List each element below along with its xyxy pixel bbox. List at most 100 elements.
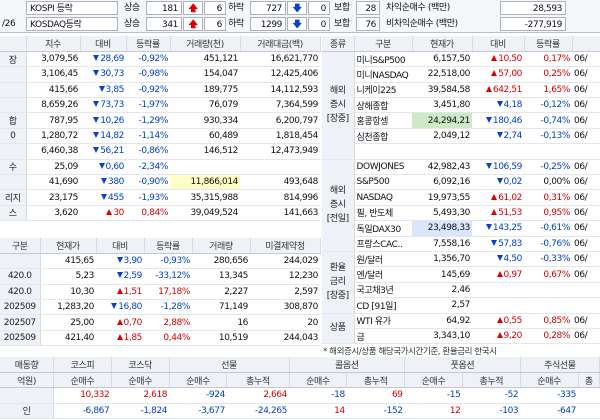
derivatives-volume: 10,519	[192, 330, 250, 347]
index-volume: 451,121	[170, 51, 240, 68]
overseas-price	[412, 143, 472, 160]
kospi-fall-count: 727	[250, 1, 286, 15]
overseas-rate	[524, 143, 572, 160]
derivatives-row[interactable]: 420.0 5,23 2,59 -33,12% 13,345 12,230	[0, 268, 320, 285]
investor-row[interactable]: 인 -6,867 -1,824 -3,677 -24,265 14 -152 12 -103 -6…	[0, 403, 600, 420]
investor-value: 12	[404, 403, 463, 420]
derivatives-table-body: 415,65 3,90 -0,93% 280,656 244,029 420.0 5,23 2…	[0, 253, 320, 347]
index-amount: 493,648	[240, 174, 320, 191]
index-row[interactable]: 415,66 3,85 -0,92% 189,775 14,112,593	[0, 82, 320, 99]
overseas-row[interactable]	[322, 143, 600, 160]
derivatives-row[interactable]: 202509 421,40 1,85 0,44% 10,519 244,043	[0, 330, 320, 347]
overseas-row[interactable]: 상품 WTI 유가 64,92 0,55 0,85% 06/	[322, 313, 600, 345]
overseas-rate: 0,85%	[524, 313, 572, 329]
index-change: 56,21	[80, 143, 126, 160]
overseas-name: 상해종합	[354, 97, 412, 114]
overseas-date	[572, 297, 600, 314]
overseas-row[interactable]: 금 3,343,10 9,20 0,28% 06/	[322, 328, 600, 345]
index-change-value: 56,21	[100, 146, 124, 157]
index-row[interactable]: 0 1,280,72 14,82 -1,14% 60,489 1,818,454	[0, 128, 320, 145]
index-row[interactable]: 합 787,95 10,26 -1,29% 930,334 6,200,797	[0, 112, 320, 129]
derivatives-name	[0, 253, 41, 270]
overseas-row[interactable]: 해외 증시 [전일] DOWJONES 42,982,43 106,59 -0,25% 0…	[322, 159, 600, 252]
overseas-row[interactable]: 심천종합 2,049,12 2,74 -0,13% 06/	[322, 128, 600, 145]
overseas-row[interactable]: 환율 금리 [장중] 원/달러 1,356,70 4,50 -0,33% 06/	[322, 251, 600, 314]
index-change-value: 455	[108, 192, 124, 203]
overseas-name: 금	[354, 328, 412, 345]
overseas-row[interactable]: 독일DAX30 23,498,33 143,25 -0,61% 06/	[322, 220, 600, 237]
index-change: 380	[80, 174, 126, 191]
index-row[interactable]: 3,106,45 30,73 -0,98% 154,047 12,425,406	[0, 66, 320, 83]
fall-label: 하락	[228, 19, 244, 29]
overseas-row[interactable]: 엔/달러 145,69 0,97 0,67% 06/	[322, 266, 600, 283]
index-value: 23,175	[26, 189, 80, 206]
flat-label: 보합	[334, 3, 350, 13]
index-row[interactable]: 장 3,079,56 28,69 -0,92% 451,121 16,621,770	[0, 51, 320, 68]
derivatives-row[interactable]: 202509 1,283,20 16,80 -1,28% 71,149 308,870	[0, 299, 320, 316]
derivatives-price: 5,23	[40, 268, 96, 285]
investor-table-body: 10,332 2,618 -924 2,664 -18 69 -15 -52 -335 인 -6,8…	[0, 387, 600, 420]
derivatives-row[interactable]: 415,65 3,90 -0,93% 280,656 244,029	[0, 253, 320, 270]
derivatives-row[interactable]: 420.0 10,30 1,51 17,18% 2,227 2,597	[0, 284, 320, 301]
derivatives-price: 421,40	[40, 330, 96, 347]
overseas-change-value: 642,51	[492, 84, 522, 95]
overseas-row[interactable]: 미니NASDAQ 22,518,00 57,00 0,25% 06/	[322, 66, 600, 83]
up-triangle-icon	[485, 85, 492, 92]
index-row[interactable]: 수 25,09 0,60 -2,34%	[0, 159, 320, 176]
index-row[interactable]: 41,690 380 -0,90% 11,866,014 493,648	[0, 174, 320, 191]
overseas-row[interactable]: NASDAQ 19,973,55 61,02 0,31% 06/	[322, 189, 600, 206]
overseas-name: DOWJONES	[354, 159, 412, 176]
investor-label: 인	[0, 403, 55, 420]
index-row[interactable]: 리지 23,175 455 -1,93% 35,315,988 814,996	[0, 189, 320, 206]
overseas-row[interactable]: 상해종합 3,451,80 4,18 -0,12% 06/	[322, 97, 600, 114]
overseas-change-value: 4,18	[503, 100, 523, 111]
investor-flow-table: 매동향 코스피 코스닥 선물 콜옵션 풋옵션 주식선물 억원) 순매수 순매수 순매수 총누적 순매수…	[0, 357, 600, 420]
overseas-row[interactable]: 니케이225 39,584,58 642,51 1,65% 06/	[322, 82, 600, 99]
index-value: 787,95	[26, 112, 80, 129]
overseas-row[interactable]: 해외 증시 [장중] 미니S&P500 6,157,50 10,50 0,17% 06/	[322, 51, 600, 160]
up-triangle-icon	[496, 316, 503, 323]
index-rate: -0,86%	[126, 143, 170, 160]
index-row[interactable]: 8,659,26 73,73 -1,97% 76,079 7,364,599	[0, 97, 320, 114]
overseas-date: 06/	[572, 51, 600, 68]
index-volume: 11,866,014	[170, 174, 240, 191]
overseas-row[interactable]: 필, 반도체 5,493,30 51,53 0,95% 06/	[322, 205, 600, 222]
overseas-price: 64,92	[412, 313, 472, 329]
index-row[interactable]: 스 3,620 30 0,84% 39,049,524 141,663	[0, 205, 320, 222]
overseas-price: 3,451,80	[412, 97, 472, 114]
investor-col-header: 순매수	[169, 372, 228, 389]
investor-col-header: 순매수	[404, 372, 463, 389]
overseas-table: 종류 구분 현재가 대비 등락률 해외 증시 [장중] 미니S&P500 6,157,50 1…	[322, 36, 600, 345]
overseas-row[interactable]: 프랑스CAC.. 7,558,16 57,83 -0,76% 06/	[322, 236, 600, 252]
investor-group-header: 선물	[169, 357, 290, 373]
index-amount: 12,473,949	[240, 143, 320, 160]
overseas-row[interactable]: 국고채3년 2,46	[322, 282, 600, 299]
index-col-header: 지수	[26, 36, 81, 52]
rise-label: 상승	[124, 3, 140, 13]
investor-row[interactable]: 10,332 2,618 -924 2,664 -18 69 -15 -52 -335	[0, 387, 600, 404]
index-value: 3,620	[26, 205, 80, 222]
overseas-name: 국고채3년	[354, 282, 412, 299]
overseas-row[interactable]: CD [91일] 2,57	[322, 297, 600, 314]
down-triangle-icon	[111, 303, 118, 310]
derivatives-change-value: 2,59	[123, 271, 143, 282]
overseas-row[interactable]: 홍콩항셍 24,294,21 180,46 -0,74% 06/	[322, 112, 600, 129]
rise-arrow-icon: 🡅	[183, 1, 203, 15]
index-rate: -0,92%	[126, 82, 170, 99]
index-row[interactable]: 6,460,38 56,21 -0,86% 146,512 12,473,949	[0, 143, 320, 160]
derivatives-name: 202509	[0, 299, 41, 316]
index-name: 0	[0, 128, 27, 145]
overseas-date	[572, 282, 600, 299]
index-name: 장	[0, 51, 27, 68]
kospi-fall-change: 0	[308, 1, 330, 15]
index-value: 1,280,72	[26, 128, 80, 145]
overseas-change-value: 180,46	[492, 115, 522, 126]
overseas-price: 2,57	[412, 297, 472, 314]
overseas-price: 42,982,43	[412, 159, 472, 176]
overseas-row[interactable]: S&P500 6,092,16 0,02 0,00% 06/	[322, 174, 600, 191]
overseas-table-header: 종류 구분 현재가 대비 등락률	[322, 36, 600, 52]
open-interest: 2,597	[250, 284, 320, 301]
overseas-change: 4,18	[472, 97, 524, 114]
index-change: 73,73	[80, 97, 126, 114]
derivatives-row[interactable]: 202507 25,00 0,70 2,88% 16 20	[0, 314, 320, 331]
